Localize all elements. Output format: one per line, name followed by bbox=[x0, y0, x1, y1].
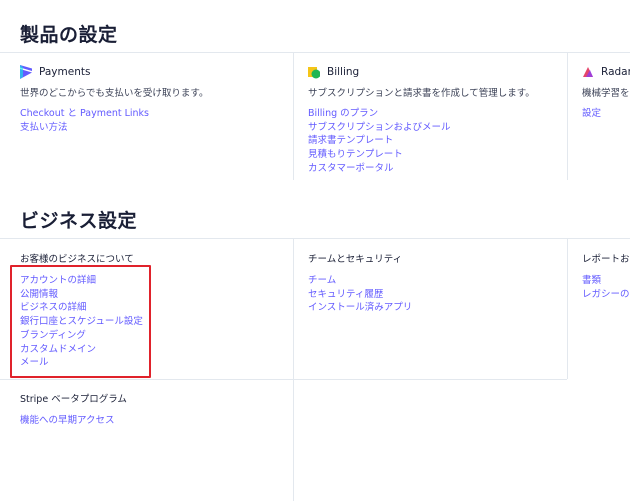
link-security-history[interactable]: セキュリティ履歴 bbox=[308, 288, 412, 302]
column-divider bbox=[293, 239, 294, 501]
link-quote-template[interactable]: 見積もりテンプレート bbox=[308, 148, 535, 162]
beta-program-section: Stripe ベータプログラム 機能への早期アクセス bbox=[20, 391, 127, 428]
section-title: チームとセキュリティ bbox=[308, 254, 403, 265]
divider bbox=[0, 238, 630, 239]
column-divider bbox=[293, 53, 294, 180]
team-security-section: チームとセキュリティ チーム セキュリティ履歴 インストール済みアプリ bbox=[308, 251, 412, 315]
radar-logo-icon bbox=[583, 67, 593, 77]
link-team[interactable]: チーム bbox=[308, 274, 412, 288]
link-installed-apps[interactable]: インストール済みアプリ bbox=[308, 301, 412, 315]
page-title-business-settings: ビジネス設定 bbox=[20, 210, 138, 232]
billing-logo-icon bbox=[308, 67, 320, 79]
link-documents[interactable]: 書類 bbox=[582, 274, 630, 288]
divider bbox=[0, 52, 630, 53]
link-billing-plan[interactable]: Billing のプラン bbox=[308, 107, 535, 121]
section-title: Stripe ベータプログラム bbox=[20, 394, 127, 405]
billing-card: Billing サブスクリプションと請求書を作成して管理します。 Billing… bbox=[308, 64, 535, 176]
radar-card-title: Radar bbox=[601, 66, 630, 78]
billing-card-title: Billing bbox=[327, 66, 360, 78]
billing-card-description: サブスクリプションと請求書を作成して管理します。 bbox=[308, 88, 535, 99]
link-radar-settings[interactable]: 設定 bbox=[582, 107, 630, 121]
row-divider bbox=[0, 379, 567, 380]
page-title-product-settings: 製品の設定 bbox=[20, 24, 118, 46]
radar-card: Radar 機械学習を 設定 bbox=[582, 64, 630, 121]
section-title: お客様のビジネスについて bbox=[20, 254, 134, 265]
column-divider bbox=[567, 53, 568, 180]
link-invoice-template[interactable]: 請求書テンプレート bbox=[308, 134, 535, 148]
link-checkout-payment-links[interactable]: Checkout と Payment Links bbox=[20, 107, 208, 121]
payments-card-description: 世界のどこからでも支払いを受け取ります。 bbox=[20, 88, 209, 99]
highlight-box bbox=[10, 265, 151, 378]
payments-card-title: Payments bbox=[39, 66, 91, 78]
link-early-access[interactable]: 機能への早期アクセス bbox=[20, 414, 127, 428]
payments-card: Payments 世界のどこからでも支払いを受け取ります。 Checkout と… bbox=[20, 64, 208, 134]
column-divider bbox=[567, 239, 568, 379]
link-payment-methods[interactable]: 支払い方法 bbox=[20, 121, 208, 135]
link-customer-portal[interactable]: カスタマーポータル bbox=[308, 162, 535, 176]
section-title: レポートお bbox=[582, 254, 630, 265]
reports-section: レポートお 書類 レガシーの bbox=[582, 251, 630, 301]
payments-logo-icon bbox=[20, 65, 32, 79]
link-legacy[interactable]: レガシーの bbox=[582, 288, 630, 302]
radar-card-description: 機械学習を bbox=[582, 88, 630, 99]
link-subscriptions-emails[interactable]: サブスクリプションおよびメール bbox=[308, 121, 535, 135]
